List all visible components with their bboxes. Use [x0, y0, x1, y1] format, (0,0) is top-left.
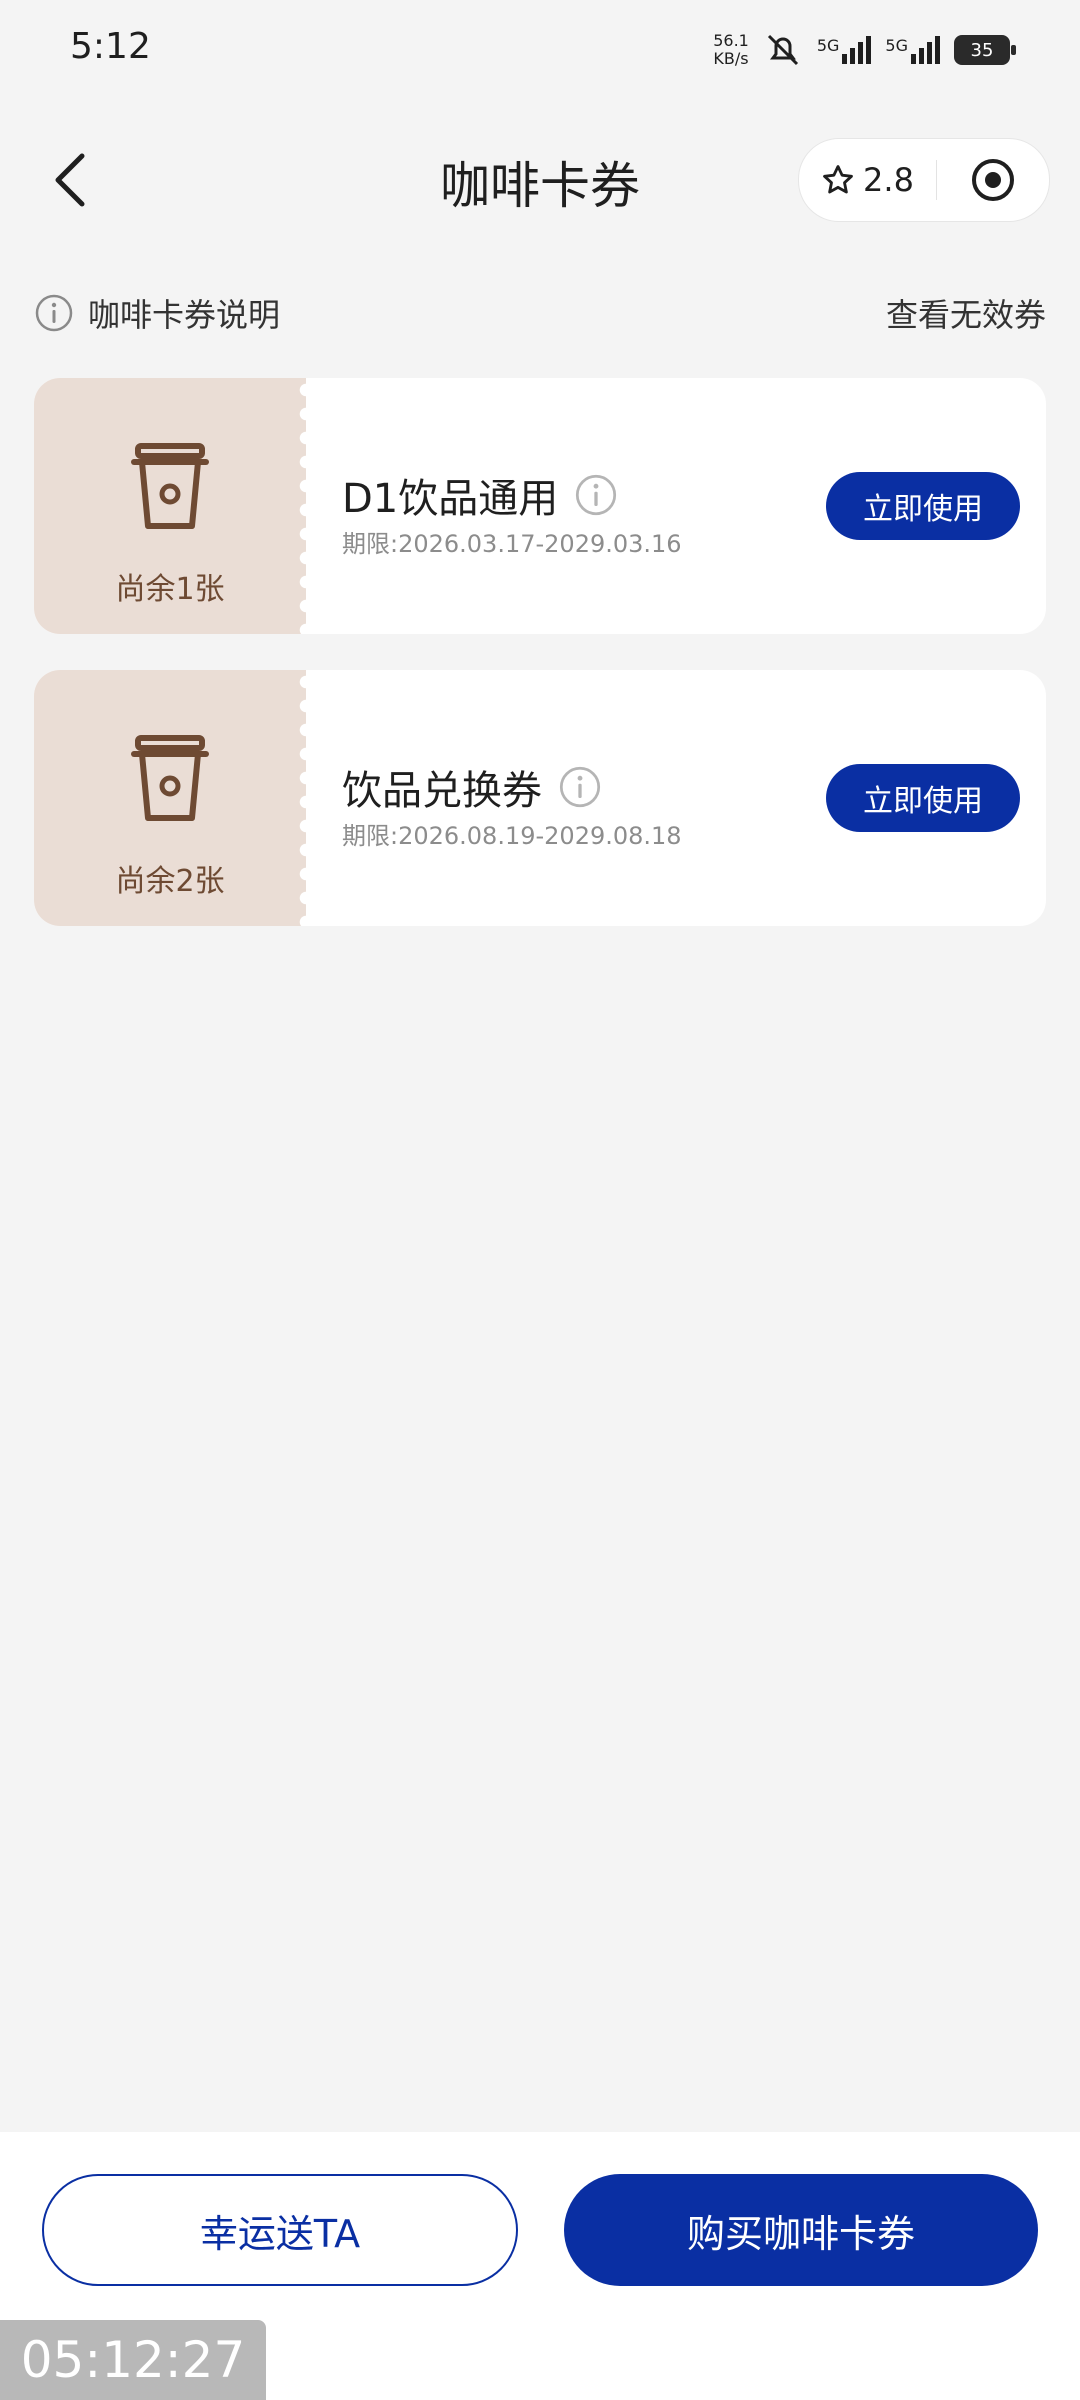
remaining-count: 尚余2张 [115, 864, 225, 899]
status-icons: 56.1 KB/s 5G 5G 35 [713, 26, 1016, 74]
coffee-cup-icon [131, 735, 209, 821]
signal-5g-2: 5G [885, 36, 940, 64]
use-now-button[interactable]: 立即使用 [826, 472, 1020, 540]
mute-icon [767, 34, 798, 66]
coupon-name: D1饮品通用 [342, 466, 618, 524]
coupon-card: 尚余2张 饮品兑换券 期限:2026.08.19-2029.08.18 立即使用 [34, 670, 1046, 926]
target-icon [972, 159, 1014, 201]
coupon-explain-label: 咖啡卡券说明 [88, 296, 281, 334]
info-icon[interactable] [574, 473, 618, 517]
rating-button[interactable]: 2.8 [799, 161, 936, 199]
close-miniprogram-button[interactable] [937, 157, 1049, 203]
rating-value: 2.8 [863, 161, 914, 199]
perforation [294, 670, 318, 926]
battery-icon: 35 [954, 35, 1016, 65]
coupon-validity: 期限:2026.03.17-2029.03.16 [342, 530, 682, 558]
info-icon[interactable] [558, 765, 602, 809]
mini-program-capsule: 2.8 [798, 138, 1050, 222]
status-time: 5:12 [70, 26, 151, 67]
use-now-button[interactable]: 立即使用 [826, 764, 1020, 832]
perforation [294, 378, 318, 634]
star-icon [823, 165, 853, 194]
coupon-left-panel: 尚余2张 [34, 670, 306, 926]
view-invalid-coupons-link[interactable]: 查看无效券 [886, 290, 1046, 336]
coupon-card: 尚余1张 D1饮品通用 期限:2026.03.17-2029.03.16 立即使… [34, 378, 1046, 634]
remaining-count: 尚余1张 [115, 572, 225, 607]
gift-button[interactable]: 幸运送TA [42, 2174, 518, 2286]
coffee-cup-icon [131, 443, 209, 529]
coupon-left-panel: 尚余1张 [34, 378, 306, 634]
net-speed: 56.1 KB/s [713, 31, 749, 68]
coupon-name: 饮品兑换券 [342, 758, 602, 816]
screen-record-timer: 05:12:27 [0, 2320, 266, 2400]
info-icon [35, 294, 73, 332]
buy-coupon-button[interactable]: 购买咖啡卡券 [564, 2174, 1038, 2286]
coupon-validity: 期限:2026.08.19-2029.08.18 [342, 822, 682, 850]
signal-5g-1: 5G [817, 36, 872, 64]
coupon-explain-link[interactable]: 咖啡卡券说明 [34, 290, 280, 336]
